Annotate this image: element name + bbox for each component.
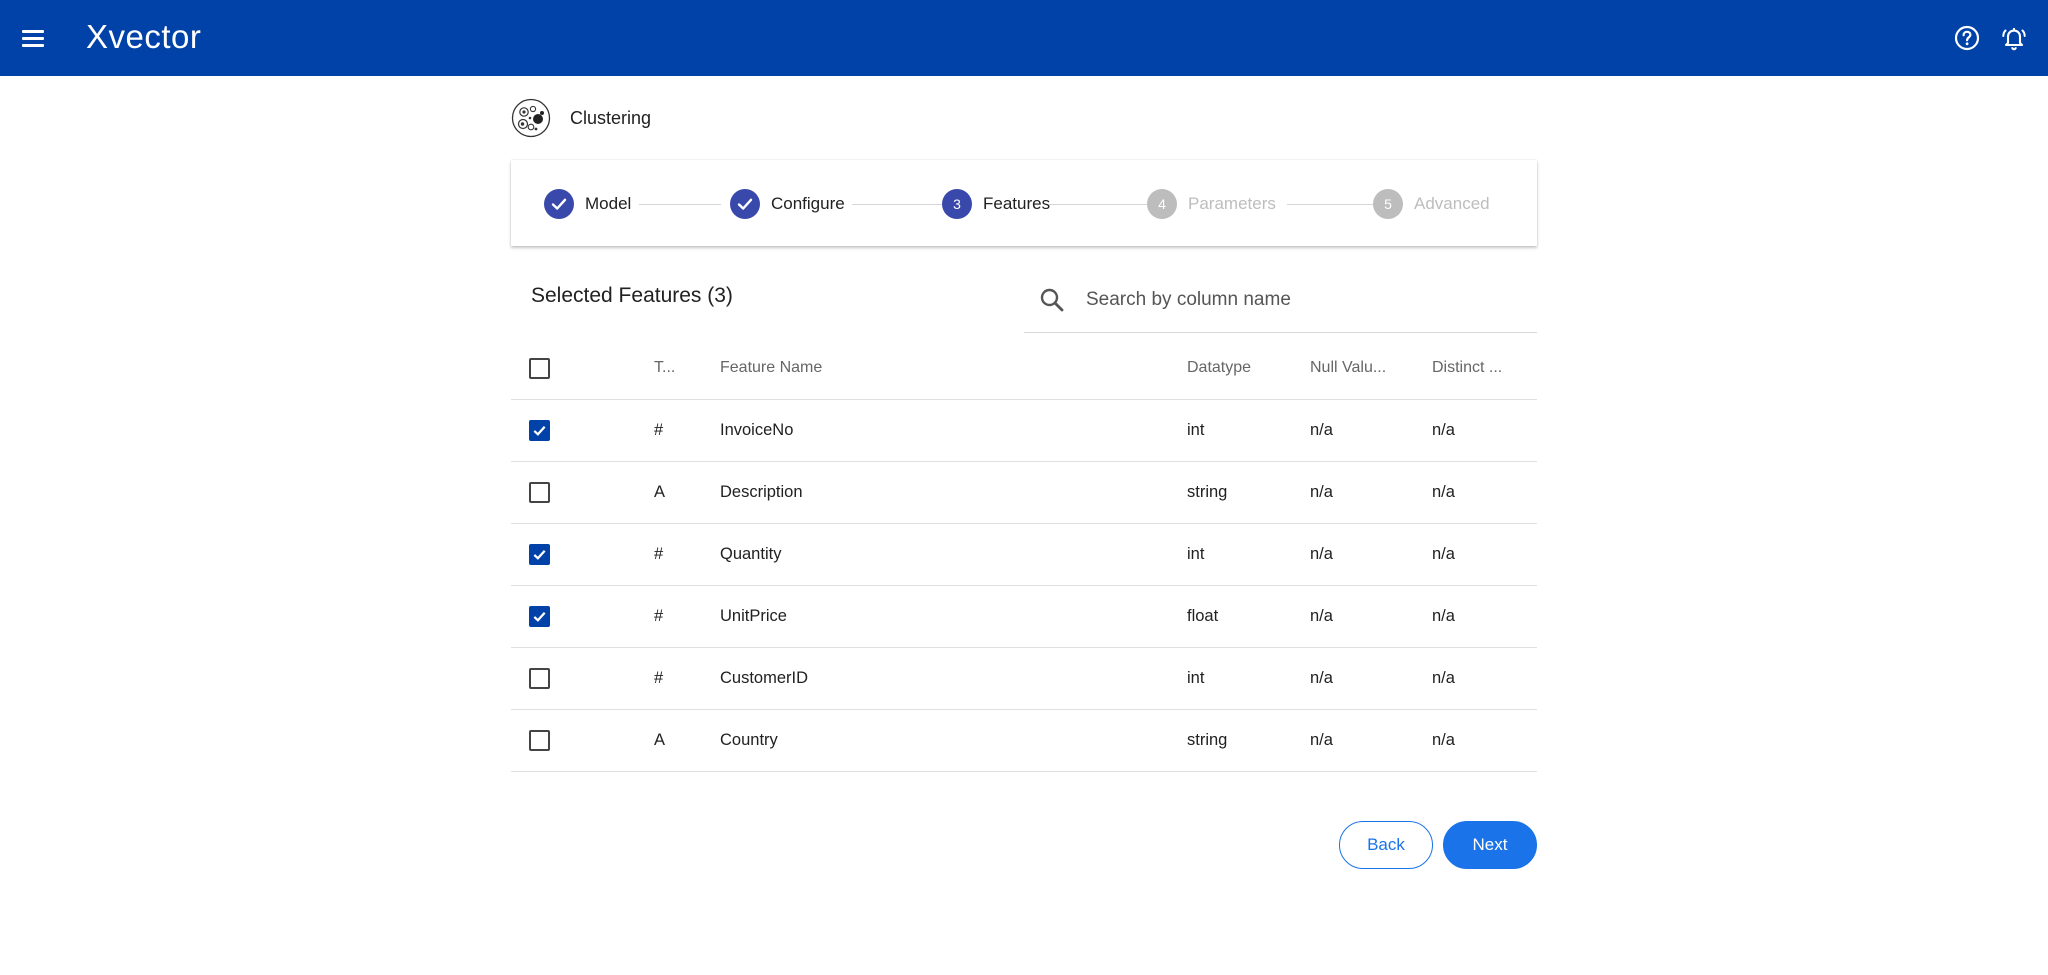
step-features[interactable]: 3 Features: [942, 189, 1050, 219]
step-number: 3: [942, 189, 972, 219]
step-parameters[interactable]: 4 Parameters: [1147, 189, 1276, 219]
column-header-type[interactable]: T...: [654, 337, 684, 399]
table-row: # InvoiceNo int n/a n/a: [511, 400, 1537, 462]
search-icon: [1038, 286, 1066, 314]
column-header-distinct[interactable]: Distinct ...: [1432, 337, 1516, 399]
step-advanced[interactable]: 5 Advanced: [1373, 189, 1490, 219]
step-label: Features: [983, 194, 1051, 213]
column-header-null-values[interactable]: Null Valu...: [1310, 337, 1400, 399]
back-button[interactable]: Back: [1339, 821, 1433, 869]
step-label: Configure: [771, 194, 845, 213]
distinct-cell: n/a: [1432, 545, 1455, 563]
app-bar: Xvector: [0, 0, 2048, 76]
null-values-cell: n/a: [1310, 669, 1333, 687]
check-icon: [544, 189, 574, 219]
distinct-cell: n/a: [1432, 483, 1455, 501]
step-number: 4: [1147, 189, 1177, 219]
type-cell: A: [654, 483, 666, 501]
step-label: Parameters: [1188, 194, 1276, 213]
next-button[interactable]: Next: [1443, 821, 1537, 869]
step-label: Advanced: [1414, 194, 1490, 213]
datatype-cell: float: [1187, 607, 1219, 625]
wizard-stepper: Model Configure 3 Features 4 Parameters …: [511, 160, 1537, 246]
table-row: # UnitPrice float n/a n/a: [511, 586, 1537, 648]
feature-name-cell: Quantity: [720, 545, 782, 563]
distinct-cell: n/a: [1432, 607, 1455, 625]
step-connector: [1049, 204, 1147, 205]
page-header: Clustering: [511, 98, 651, 138]
step-connector: [639, 204, 721, 205]
type-cell: #: [654, 545, 664, 563]
distinct-cell: n/a: [1432, 421, 1455, 439]
row-checkbox[interactable]: [529, 482, 550, 503]
step-connector: [1287, 204, 1383, 205]
check-icon: [730, 189, 760, 219]
notification-bell-icon[interactable]: [1998, 22, 2030, 54]
type-cell: A: [654, 731, 666, 749]
datatype-cell: string: [1187, 731, 1228, 749]
app-logo[interactable]: Xvector: [86, 18, 201, 56]
step-label: Model: [585, 194, 632, 213]
page-title: Clustering: [570, 107, 652, 128]
step-number: 5: [1373, 189, 1403, 219]
type-cell: #: [654, 421, 664, 439]
feature-name-cell: UnitPrice: [720, 607, 787, 625]
datatype-cell: int: [1187, 669, 1205, 687]
type-cell: #: [654, 607, 664, 625]
step-configure[interactable]: Configure: [730, 189, 845, 219]
datatype-cell: int: [1187, 545, 1205, 563]
datatype-cell: int: [1187, 421, 1205, 439]
step-model[interactable]: Model: [544, 189, 631, 219]
null-values-cell: n/a: [1310, 607, 1333, 625]
table-row: A Country string n/a n/a: [511, 710, 1537, 772]
table-row: # CustomerID int n/a n/a: [511, 648, 1537, 710]
feature-name-cell: Country: [720, 731, 778, 749]
distinct-cell: n/a: [1432, 669, 1455, 687]
null-values-cell: n/a: [1310, 483, 1333, 501]
search-box: [1024, 278, 1537, 333]
row-checkbox[interactable]: [529, 668, 550, 689]
selected-features-title: Selected Features (3): [531, 284, 733, 307]
row-checkbox[interactable]: [529, 730, 550, 751]
type-cell: #: [654, 669, 664, 687]
feature-name-cell: Description: [720, 483, 803, 501]
null-values-cell: n/a: [1310, 731, 1333, 749]
row-checkbox[interactable]: [529, 544, 550, 565]
row-checkbox[interactable]: [529, 420, 550, 441]
distinct-cell: n/a: [1432, 731, 1455, 749]
table-row: # Quantity int n/a n/a: [511, 524, 1537, 586]
menu-icon[interactable]: [20, 24, 48, 52]
feature-name-cell: InvoiceNo: [720, 421, 794, 439]
column-header-datatype[interactable]: Datatype: [1187, 337, 1287, 399]
step-connector: [852, 204, 942, 205]
search-input[interactable]: [1086, 284, 1516, 316]
feature-name-cell: CustomerID: [720, 669, 809, 687]
features-table: T... Feature Name Datatype Null Valu... …: [511, 337, 1537, 772]
help-icon[interactable]: [1951, 22, 1983, 54]
column-header-feature-name[interactable]: Feature Name: [720, 337, 1120, 399]
null-values-cell: n/a: [1310, 545, 1333, 563]
table-header: T... Feature Name Datatype Null Valu... …: [511, 337, 1537, 400]
clustering-icon: [511, 98, 551, 138]
datatype-cell: string: [1187, 483, 1228, 501]
null-values-cell: n/a: [1310, 421, 1333, 439]
row-checkbox[interactable]: [529, 606, 550, 627]
table-row: A Description string n/a n/a: [511, 462, 1537, 524]
select-all-checkbox[interactable]: [529, 357, 550, 379]
